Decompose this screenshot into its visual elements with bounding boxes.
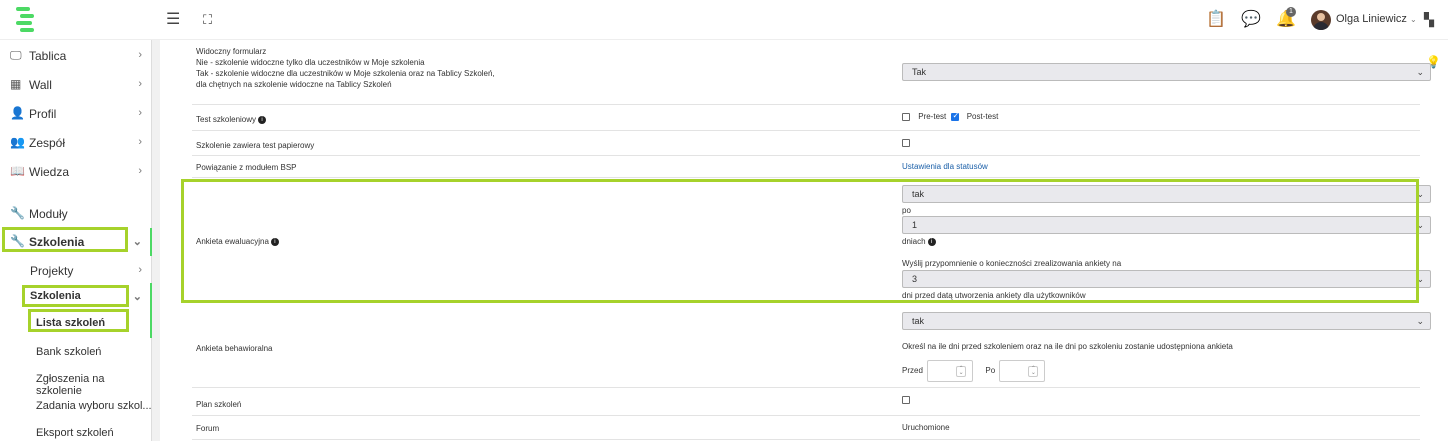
sidebar-subitem-bank[interactable]: Bank szkoleń bbox=[0, 339, 152, 367]
behavioral-select[interactable]: tak ⌄ bbox=[902, 312, 1431, 330]
spinner-icon[interactable]: ⌃ ⌄ bbox=[1028, 366, 1039, 377]
chevron-down-icon: ⌄ bbox=[132, 236, 142, 248]
after-days-input[interactable]: ⌃ ⌄ bbox=[999, 360, 1046, 382]
sidebar-item-wiedza[interactable]: 📖 Wiedza › bbox=[0, 158, 152, 186]
behavioral-days: Przed ⌃ ⌄ Po ⌃ ⌄ bbox=[902, 360, 1046, 382]
fullscreen-icon[interactable]: ⛶ bbox=[203, 11, 212, 29]
bsp-settings-link[interactable]: Ustawienia dla statusów bbox=[902, 162, 988, 171]
info-icon[interactable]: i bbox=[258, 115, 267, 124]
highlight-frame bbox=[22, 285, 129, 307]
sidebar: 🖵 Tablica › ▦ Wall › 👤 Profil › 👥 Zespół… bbox=[0, 40, 152, 441]
sidebar-item-profil[interactable]: 👤 Profil › bbox=[0, 100, 152, 128]
user-icon: 👤 bbox=[10, 106, 25, 120]
avatar[interactable] bbox=[1311, 10, 1331, 30]
highlight-frame bbox=[28, 309, 129, 332]
app-logo[interactable] bbox=[14, 7, 36, 33]
form-row-test: Test szkoleniowyi Pre-test Post-test bbox=[192, 105, 1420, 131]
chevron-down-icon: ⌄ bbox=[132, 291, 142, 303]
before-days-input[interactable]: ⌃ ⌄ bbox=[927, 360, 974, 382]
wrench-icon: 🔧 bbox=[10, 206, 25, 220]
highlight-frame bbox=[181, 179, 1419, 303]
sidebar-subitem-projekty[interactable]: Projekty › bbox=[0, 257, 152, 285]
book-icon: 📖 bbox=[10, 164, 25, 178]
sidebar-item-zespol[interactable]: 👥 Zespół › bbox=[0, 129, 152, 157]
top-bar: ☰ ⛶ 📋 💬 🔔 1 Olga Liniewicz ⌄ ▚ bbox=[0, 0, 1448, 40]
wall-icon: ▦ bbox=[10, 77, 22, 91]
chevron-down-icon: ⌄ bbox=[1416, 67, 1424, 77]
posttest-checkbox[interactable] bbox=[951, 111, 960, 121]
chevron-right-icon: › bbox=[138, 165, 142, 177]
chevron-right-icon: › bbox=[138, 264, 142, 276]
sidebar-item-tablica[interactable]: 🖵 Tablica › bbox=[0, 42, 152, 70]
apps-icon[interactable]: ▚ bbox=[1424, 11, 1434, 29]
chat-icon[interactable]: 💬 bbox=[1241, 11, 1261, 29]
team-icon: 👥 bbox=[10, 135, 25, 149]
chevron-right-icon: › bbox=[138, 49, 142, 61]
test-label: Test szkoleniowy i bbox=[196, 114, 267, 125]
pretest-checkbox[interactable] bbox=[902, 112, 910, 121]
sidebar-subitem-eksport[interactable]: Eksport szkoleń bbox=[0, 420, 152, 448]
test-options: Pre-test Post-test bbox=[902, 111, 998, 121]
spinner-icon[interactable]: ⌃ ⌄ bbox=[956, 366, 967, 377]
lightbulb-icon[interactable]: 💡 bbox=[1426, 55, 1441, 69]
sidebar-subitem-zgloszenia[interactable]: Zgłoszenia na szkolenie bbox=[0, 366, 152, 397]
menu-icon[interactable]: ☰ bbox=[166, 11, 180, 29]
form-row-plan: Plan szkoleń bbox=[192, 388, 1420, 416]
user-name[interactable]: Olga Liniewicz ⌄ bbox=[1336, 13, 1417, 25]
chevron-right-icon: › bbox=[138, 136, 142, 148]
form-row-paper-test: Szkolenie zawiera test papierowy bbox=[192, 131, 1420, 156]
training-form: Widoczny formularz Nie - szkolenie widoc… bbox=[176, 40, 1431, 441]
clipboard-icon[interactable]: 📋 bbox=[1206, 11, 1226, 29]
monitor-icon: 🖵 bbox=[10, 48, 22, 62]
chevron-right-icon: › bbox=[138, 78, 142, 90]
form-row-behavioral: Ankieta behawioralna tak ⌄ Określ na ile … bbox=[192, 303, 1431, 388]
plan-checkbox[interactable] bbox=[902, 395, 910, 404]
chevron-down-icon: ⌄ bbox=[1416, 316, 1424, 326]
visibility-label: Widoczny formularz Nie - szkolenie widoc… bbox=[196, 47, 495, 89]
sidebar-item-wall[interactable]: ▦ Wall › bbox=[0, 71, 152, 99]
sidebar-item-moduly[interactable]: 🔧 Moduły bbox=[0, 200, 152, 228]
visibility-select[interactable]: Tak ⌄ bbox=[902, 63, 1431, 81]
sidebar-subitem-zadania[interactable]: Zadania wyboru szkol... bbox=[0, 393, 152, 421]
sidebar-scrollbar[interactable] bbox=[152, 40, 160, 441]
form-row-visibility: Widoczny formularz Nie - szkolenie widoc… bbox=[192, 40, 1431, 105]
notification-badge: 1 bbox=[1286, 7, 1296, 17]
form-row-bsp: Powiązanie z modułem BSP Ustawienia dla … bbox=[192, 156, 1420, 178]
paper-test-checkbox[interactable] bbox=[902, 138, 910, 147]
form-row-forum: Forum Uruchomione bbox=[192, 416, 1420, 440]
highlight-frame bbox=[2, 227, 128, 252]
chevron-right-icon: › bbox=[138, 107, 142, 119]
